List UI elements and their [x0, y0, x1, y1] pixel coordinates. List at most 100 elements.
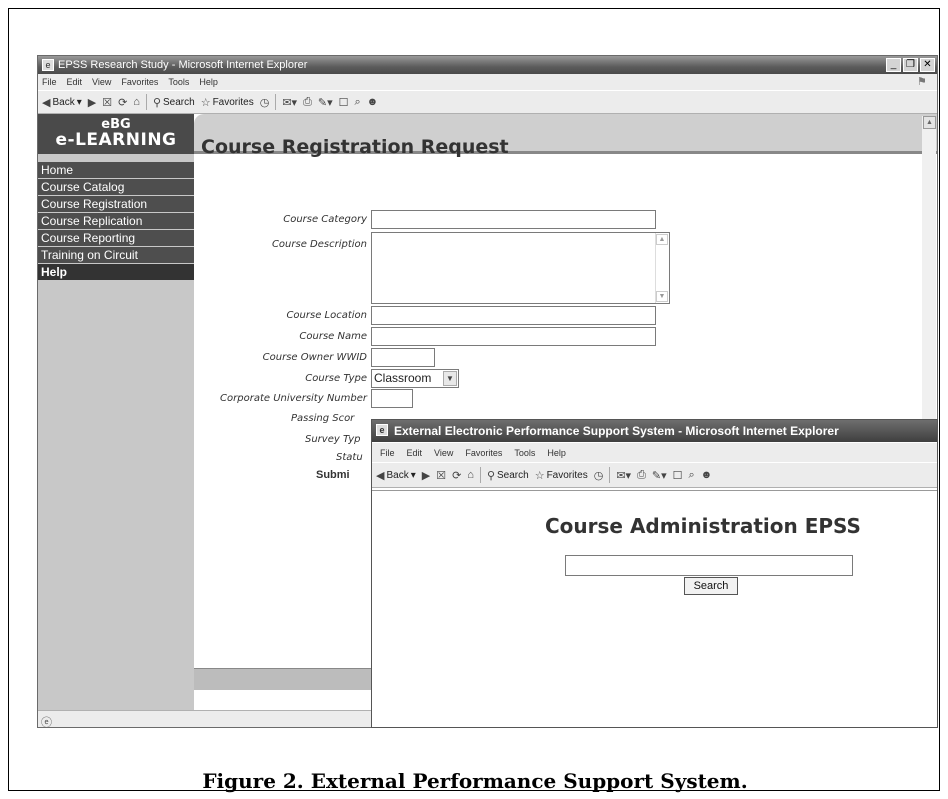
- menu-edit[interactable]: Edit: [407, 443, 423, 462]
- main-window-title: EPSS Research Study - Microsoft Internet…: [58, 59, 308, 71]
- print-icon[interactable]: ⎙: [303, 96, 312, 109]
- figure-frame: e EPSS Research Study - Microsoft Intern…: [8, 8, 940, 793]
- history-icon[interactable]: ◷: [260, 96, 270, 109]
- edit-icon[interactable]: ✎▾: [318, 96, 333, 109]
- course-location-field[interactable]: [371, 306, 656, 325]
- sidebar-item-home[interactable]: Home: [38, 162, 194, 179]
- menu-view[interactable]: View: [434, 443, 453, 462]
- submit-button[interactable]: Submi: [316, 469, 350, 481]
- corporate-university-number-label: Corporate University Number: [220, 393, 367, 404]
- forward-arrow-icon[interactable]: ▶: [422, 469, 430, 482]
- main-menu-bar: File Edit View Favorites Tools Help ⚑: [38, 74, 937, 90]
- search-button[interactable]: ⚲ Search: [153, 96, 195, 109]
- toolbar-separator: [479, 467, 481, 483]
- stop-icon[interactable]: ☒: [102, 96, 112, 109]
- menu-help[interactable]: Help: [547, 443, 566, 462]
- status-label: Statu: [336, 452, 363, 463]
- page-status-icon: ⓔ: [41, 717, 52, 728]
- mail-icon[interactable]: ✉▾: [282, 96, 297, 109]
- edit-icon[interactable]: ✎▾: [652, 469, 667, 482]
- menu-tools[interactable]: Tools: [168, 74, 189, 90]
- sidebar-nav: Home Course Catalog Course Registration …: [38, 162, 194, 281]
- ie-page-icon: e: [376, 424, 388, 436]
- epss-heading: Course Administration EPSS: [545, 514, 861, 538]
- epss-search-button[interactable]: Search: [684, 577, 738, 595]
- home-icon[interactable]: ⌂: [467, 469, 474, 481]
- sidebar-item-course-reporting[interactable]: Course Reporting: [38, 230, 194, 247]
- sidebar-item-course-catalog[interactable]: Course Catalog: [38, 179, 194, 196]
- course-name-label: Course Name: [299, 331, 367, 342]
- main-toolbar: ◀ Back ▾ ▶ ☒ ⟳ ⌂ ⚲ Search ☆ Favorites ◷ ✉▾ …: [38, 90, 937, 114]
- research-icon[interactable]: ⌕: [689, 469, 695, 482]
- menu-favorites[interactable]: Favorites: [465, 443, 502, 462]
- favorites-button[interactable]: ☆ Favorites: [535, 469, 588, 482]
- main-title-bar[interactable]: e EPSS Research Study - Microsoft Intern…: [38, 56, 937, 74]
- sidebar-item-course-replication[interactable]: Course Replication: [38, 213, 194, 230]
- course-name-field[interactable]: [371, 327, 656, 346]
- back-button[interactable]: ◀ Back ▾: [376, 469, 416, 482]
- sidebar-item-training-on-circuit[interactable]: Training on Circuit: [38, 247, 194, 264]
- search-button[interactable]: ⚲ Search: [487, 469, 529, 482]
- menu-favorites[interactable]: Favorites: [121, 74, 158, 90]
- figure-caption: Figure 2. External Performance Support S…: [202, 769, 748, 793]
- popup-window-title: External Electronic Performance Support …: [394, 424, 839, 438]
- popup-toolbar: ◀ Back ▾ ▶ ☒ ⟳ ⌂ ⚲ Search ☆ Favorites ◷ ✉▾ …: [372, 462, 937, 488]
- stop-icon[interactable]: ☒: [436, 469, 446, 482]
- popup-title-bar[interactable]: e External Electronic Performance Suppor…: [372, 420, 937, 442]
- star-icon: ☆: [534, 469, 545, 482]
- passing-score-label: Passing Scor: [291, 413, 355, 424]
- forward-arrow-icon[interactable]: ▶: [88, 96, 96, 109]
- menu-file[interactable]: File: [380, 443, 395, 462]
- research-icon[interactable]: ⌕: [355, 96, 361, 109]
- close-icon[interactable]: ✕: [920, 58, 935, 72]
- messenger-icon[interactable]: ☻: [367, 96, 379, 108]
- sidebar-item-course-registration[interactable]: Course Registration: [38, 196, 194, 213]
- search-icon: ⚲: [486, 469, 496, 482]
- discuss-icon[interactable]: ☐: [673, 469, 683, 482]
- print-icon[interactable]: ⎙: [637, 469, 646, 482]
- menu-view[interactable]: View: [92, 74, 111, 90]
- toolbar-separator: [275, 94, 277, 110]
- mail-icon[interactable]: ✉▾: [616, 469, 631, 482]
- back-button[interactable]: ◀ Back ▾: [42, 96, 82, 109]
- window-controls: _ ❐ ✕: [886, 58, 935, 72]
- scroll-up-icon[interactable]: ▲: [656, 234, 668, 245]
- course-category-field[interactable]: [371, 210, 656, 229]
- favorites-button[interactable]: ☆ Favorites: [201, 96, 254, 109]
- refresh-icon[interactable]: ⟳: [118, 96, 127, 109]
- refresh-icon[interactable]: ⟳: [452, 469, 461, 482]
- chevron-down-icon[interactable]: ▼: [443, 371, 457, 386]
- minimize-icon[interactable]: _: [886, 58, 901, 72]
- course-owner-field[interactable]: [371, 348, 435, 367]
- back-arrow-icon: ◀: [376, 469, 385, 482]
- home-icon[interactable]: ⌂: [133, 96, 140, 108]
- messenger-icon[interactable]: ☻: [701, 469, 713, 481]
- toolbar-separator: [609, 467, 611, 483]
- corporate-university-number-field[interactable]: [371, 389, 413, 408]
- restore-icon[interactable]: ❐: [903, 58, 918, 72]
- scroll-down-icon[interactable]: ▼: [656, 291, 668, 302]
- menu-tools[interactable]: Tools: [514, 443, 535, 462]
- discuss-icon[interactable]: ☐: [339, 96, 349, 109]
- ie-page-icon: e: [42, 59, 54, 71]
- page-title: Course Registration Request: [201, 136, 509, 158]
- course-type-select[interactable]: Classroom ▼: [371, 369, 459, 388]
- course-type-value: Classroom: [374, 371, 432, 385]
- history-icon[interactable]: ◷: [594, 469, 604, 482]
- sidebar-item-help[interactable]: Help: [38, 264, 194, 281]
- course-type-label: Course Type: [305, 373, 367, 384]
- course-category-label: Course Category: [283, 214, 367, 225]
- course-description-label: Course Description: [271, 239, 367, 250]
- course-description-field[interactable]: ▲ ▼: [371, 232, 670, 304]
- course-owner-label: Course Owner WWID: [262, 352, 367, 363]
- menu-edit[interactable]: Edit: [67, 74, 83, 90]
- scroll-up-icon[interactable]: ▲: [923, 116, 936, 129]
- epss-popup-window: e External Electronic Performance Suppor…: [371, 419, 938, 728]
- menu-help[interactable]: Help: [199, 74, 218, 90]
- epss-search-input[interactable]: [565, 555, 853, 576]
- course-location-label: Course Location: [286, 310, 367, 321]
- search-icon: ⚲: [152, 96, 162, 109]
- menu-file[interactable]: File: [42, 74, 57, 90]
- popup-menu-bar: File Edit View Favorites Tools Help: [372, 442, 937, 462]
- description-scrollbar[interactable]: ▲ ▼: [655, 233, 669, 303]
